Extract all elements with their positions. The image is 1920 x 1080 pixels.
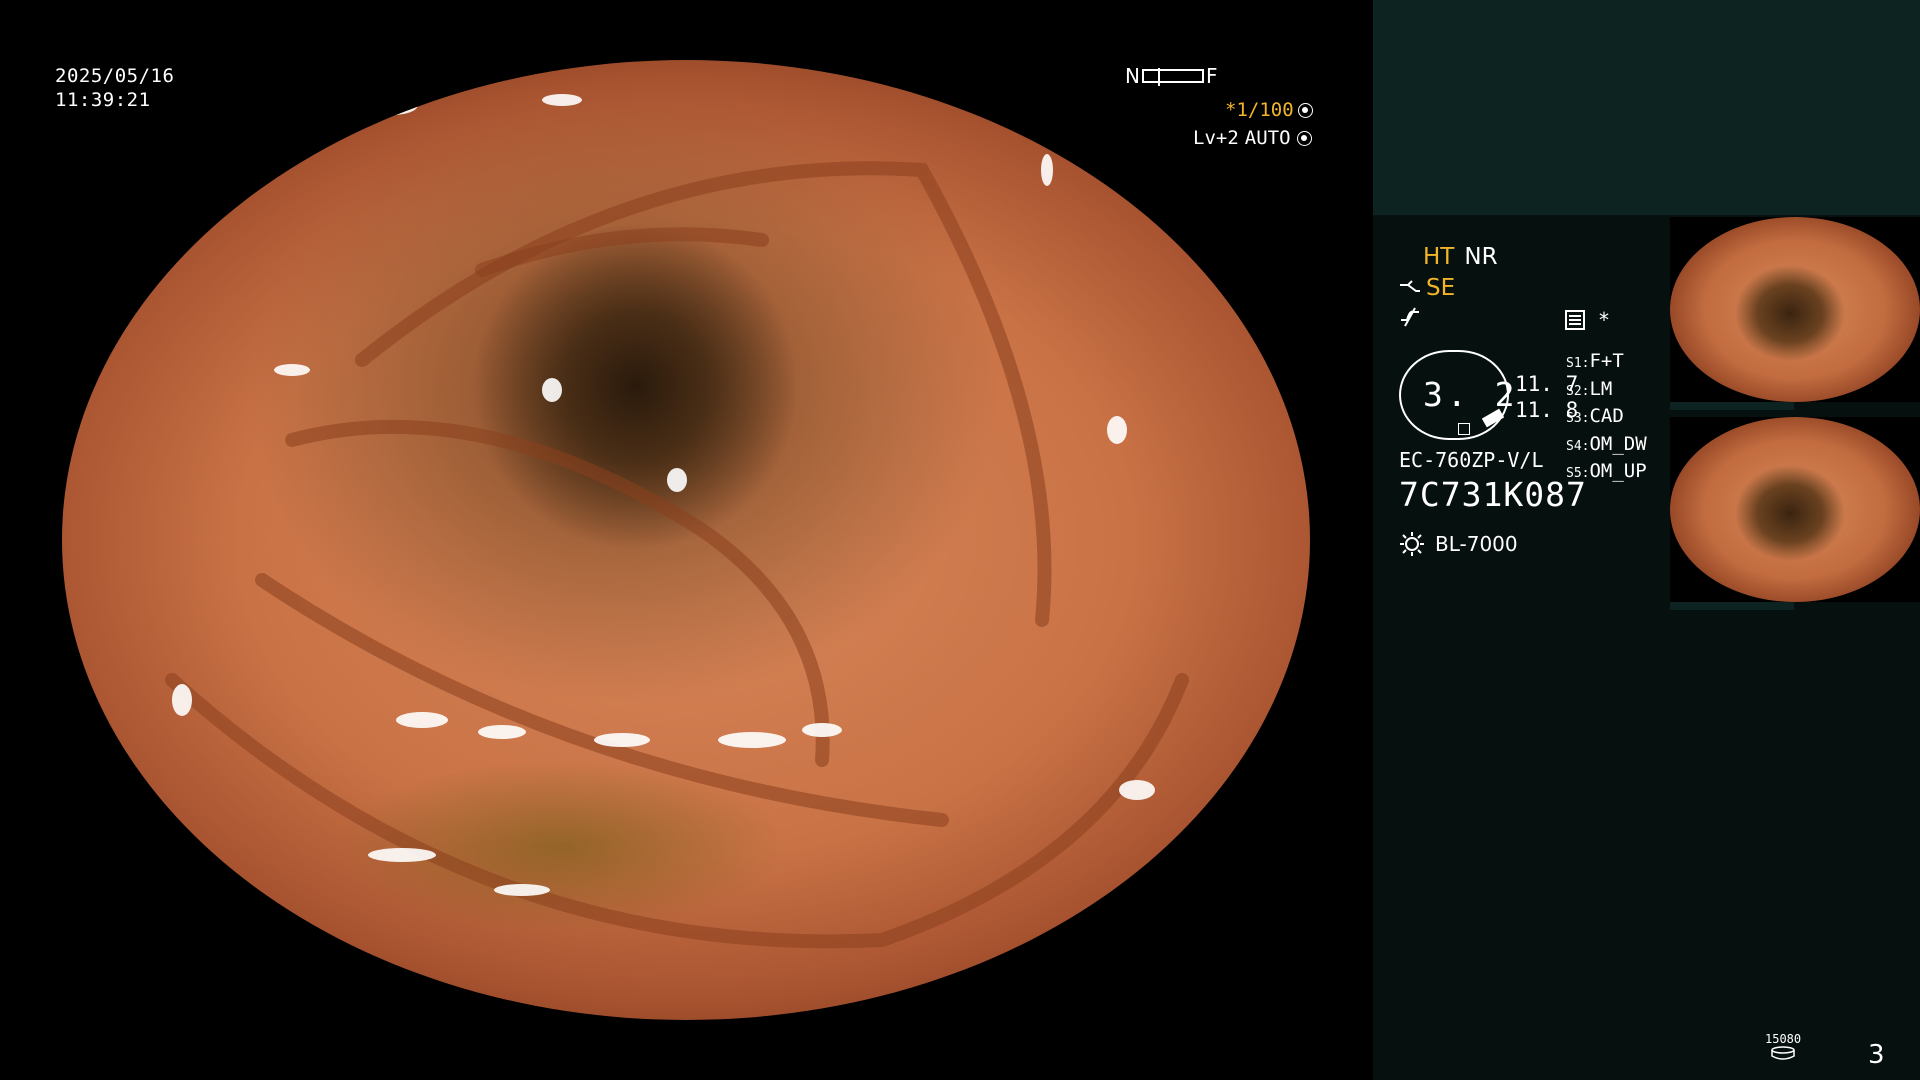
asterisk-mark: * — [1599, 308, 1609, 332]
endoscope-view — [62, 60, 1310, 1020]
scope-model: EC-760ZP-V/L — [1399, 448, 1544, 472]
structure-icon — [1400, 280, 1420, 292]
capture-thumbnail[interactable] — [1670, 417, 1920, 602]
iris-icon — [1296, 130, 1312, 146]
waveform-icon — [1401, 307, 1419, 327]
light-source-text: BL-7000 — [1435, 532, 1518, 556]
light-bulb-icon — [1400, 532, 1424, 556]
record-row: * — [1565, 308, 1609, 332]
near-label: N — [1125, 64, 1140, 88]
thumbnail-caption-bar — [1670, 602, 1794, 610]
switch-item: S3:CAD — [1566, 405, 1624, 427]
color-mode-row — [1399, 306, 1421, 334]
ht-label: HT — [1423, 244, 1455, 270]
counter-text: 15080 — [1765, 1032, 1802, 1046]
dial-square — [1458, 423, 1470, 435]
side-panel-header — [1373, 0, 1920, 215]
switch-list: S1:F+T S2:LM S3:CAD S4:OM_DW S5:OM_UP — [1566, 349, 1647, 487]
level-text: Lv+2 — [1193, 127, 1239, 149]
mode-text: AUTO — [1244, 127, 1291, 149]
shutter-icon — [1297, 102, 1313, 118]
date-text: 2025/05/16 — [55, 65, 175, 87]
dial-value: 3. 2 — [1423, 375, 1519, 414]
structure-enhancement-row: SE — [1398, 275, 1455, 301]
datetime-stamp: 2025/05/16 11:39:21 — [55, 64, 174, 112]
thumbnail-caption-bar — [1670, 402, 1794, 410]
mucosal-folds — [165, 94, 1189, 949]
focus-bar — [1141, 68, 1204, 86]
capture-counter: 15080 — [1765, 1033, 1801, 1063]
storage-icon — [1771, 1046, 1795, 1060]
switch-item: S4:OM_DW — [1566, 432, 1647, 455]
light-source-row: BL-7000 — [1399, 531, 1518, 557]
page-number: 3 — [1868, 1040, 1885, 1070]
zoom-indicator: *1/100 — [1225, 99, 1313, 121]
scope-serial: 7C731K087 — [1399, 475, 1587, 514]
nr-label: NR — [1464, 244, 1498, 270]
capture-thumbnail[interactable] — [1670, 217, 1920, 402]
time-text: 11:39:21 — [55, 89, 151, 111]
switch-item: S2:LM — [1566, 377, 1613, 400]
brightness-indicator: Lv+2 AUTO — [1193, 127, 1312, 149]
document-icon — [1565, 310, 1585, 330]
se-label: SE — [1426, 275, 1456, 301]
switch-item: S1:F+T — [1566, 350, 1624, 372]
zoom-text: *1/100 — [1225, 99, 1294, 121]
near-far-indicator: N F — [1125, 64, 1217, 88]
enhancement-row: HT NR — [1423, 244, 1498, 270]
far-label: F — [1205, 64, 1218, 88]
